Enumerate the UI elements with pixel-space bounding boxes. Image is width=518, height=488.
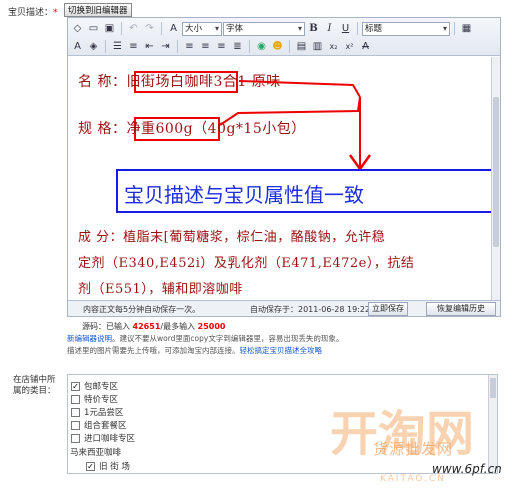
source-counter: 源码：已输入 42651/最多输入 25000 <box>82 322 226 331</box>
max-count: 25000 <box>197 322 226 331</box>
image-icon[interactable]: ▤ <box>294 39 309 54</box>
emoticon-icon[interactable]: ☻ <box>270 39 285 54</box>
switch-old-editor-button[interactable]: 切换到旧编辑器 <box>64 3 132 17</box>
category-label: 在店铺中所属的类目： <box>13 375 56 396</box>
format-brush-icon[interactable]: A <box>166 21 181 36</box>
redo-icon[interactable]: ↷ <box>142 21 157 36</box>
category-item[interactable]: 特价专区 <box>71 393 118 405</box>
restore-history-button[interactable]: 恢复编辑历史 <box>426 302 496 316</box>
source-code-icon[interactable]: ◇ <box>70 21 85 36</box>
editor-tip-1: 新编辑器说明。建议不要从word里面copy文字到编辑器里，容易出现丢失的现象。 <box>67 334 344 343</box>
align-center-icon[interactable]: ≡ <box>198 39 213 54</box>
strikethrough-icon[interactable]: A <box>358 39 373 54</box>
description-label: 宝贝描述：* <box>8 5 58 18</box>
outdent-icon[interactable]: ⇤ <box>142 39 157 54</box>
subscript-icon[interactable]: x₂ <box>326 39 341 54</box>
category-checkbox[interactable] <box>71 420 80 430</box>
content-line-ingredients: 成 分：植脂末[葡萄糖浆，棕仁油，酪酸钠，允许稳 <box>78 230 386 245</box>
unordered-list-icon[interactable]: ≡ <box>126 39 141 54</box>
preview-icon[interactable]: ▭ <box>86 21 101 36</box>
save-now-button[interactable]: 立即保存 <box>368 302 408 316</box>
autosave-time: 自动保存于：2011-06-28 19:22:38 <box>250 305 383 314</box>
background-color-icon[interactable]: ◈ <box>86 39 101 54</box>
category-sub-item[interactable]: ✓ 旧 街 场 <box>86 460 130 472</box>
content-line-stabilizers: 定剂（E340,E452i）及乳化剂（E471,E472e），抗结 <box>78 256 415 271</box>
required-mark: * <box>53 8 58 18</box>
description-label-text: 宝贝描述： <box>8 8 54 18</box>
align-right-icon[interactable]: ≡ <box>214 39 229 54</box>
category-item[interactable]: 组合套餐区 <box>71 419 127 431</box>
category-checkbox[interactable] <box>71 394 80 404</box>
font-size-select[interactable]: 大小 <box>182 21 222 36</box>
category-item[interactable]: 进口咖啡专区 <box>71 432 135 444</box>
underline-icon[interactable]: U <box>338 21 353 36</box>
heading-select[interactable]: 标题 <box>362 21 450 36</box>
align-justify-icon[interactable]: ≣ <box>230 39 245 54</box>
annotation-text: 宝贝描述与宝贝属性值一致 <box>124 183 364 207</box>
editor-content[interactable]: 名 称：旧街场白咖啡3合1 原味 规 格：净重600g（40g*15小包） 宝贝… <box>68 57 500 300</box>
category-scrollbar[interactable] <box>488 375 497 473</box>
category-list: ✓ 包邮专区 特价专区 1元品尝区 组合套餐区 进口咖啡专区 马来西亚咖啡 ✓ 旧 … <box>67 374 498 474</box>
category-item[interactable]: 1元品尝区 <box>71 406 123 418</box>
content-line-anticaking: 剂（E551），辅和即溶咖啡 <box>78 282 243 297</box>
typed-count: 42651 <box>132 322 161 331</box>
description-guide-link[interactable]: 轻松搞定宝贝描述全攻略 <box>240 346 323 355</box>
category-checkbox[interactable] <box>71 407 80 417</box>
category-group-label: 马来西亚咖啡 <box>70 448 122 458</box>
fullscreen-icon[interactable]: ▣ <box>102 21 117 36</box>
undo-icon[interactable]: ↶ <box>126 21 141 36</box>
font-family-select[interactable]: 字体 <box>223 21 305 36</box>
superscript-icon[interactable]: x² <box>342 39 357 54</box>
italic-icon[interactable]: I <box>322 21 337 36</box>
editor-guide-link[interactable]: 新编辑器说明 <box>67 334 112 343</box>
autosave-note: 内容正文每5分钟自动保存一次。 <box>83 305 201 314</box>
text-color-icon[interactable]: A <box>70 39 85 54</box>
category-item[interactable]: ✓ 包邮专区 <box>71 380 118 392</box>
editor-toolbar: ◇ ▭ ▣ ↶ ↷ A 大小 字体 B I U 标题 ▦ A ◈ ☰ ≡ ⇤ ⇥ <box>68 18 500 56</box>
bold-icon[interactable]: B <box>306 21 321 36</box>
link-icon[interactable]: ◉ <box>254 39 269 54</box>
category-checkbox[interactable]: ✓ <box>71 381 80 391</box>
rich-text-editor: ◇ ▭ ▣ ↶ ↷ A 大小 字体 B I U 标题 ▦ A ◈ ☰ ≡ ⇤ ⇥ <box>67 17 501 317</box>
table-icon[interactable]: ▦ <box>459 21 474 36</box>
editor-scrollbar[interactable] <box>491 57 500 300</box>
indent-icon[interactable]: ⇥ <box>158 39 173 54</box>
editor-status-bar: 内容正文每5分钟自动保存一次。 自动保存于：2011-06-28 19:22:3… <box>68 300 500 316</box>
ordered-list-icon[interactable]: ☰ <box>110 39 125 54</box>
align-left-icon[interactable]: ≡ <box>182 39 197 54</box>
category-checkbox[interactable] <box>71 433 80 443</box>
watermark-kaitao: KAITAO.CN <box>380 474 446 484</box>
category-checkbox[interactable]: ✓ <box>86 461 95 471</box>
insert-image-icon[interactable]: ▥ <box>310 39 325 54</box>
editor-tip-2: 描述里的图片需要先上传哦，可添加淘宝内部连接。轻松搞定宝贝描述全攻略 <box>67 346 323 355</box>
